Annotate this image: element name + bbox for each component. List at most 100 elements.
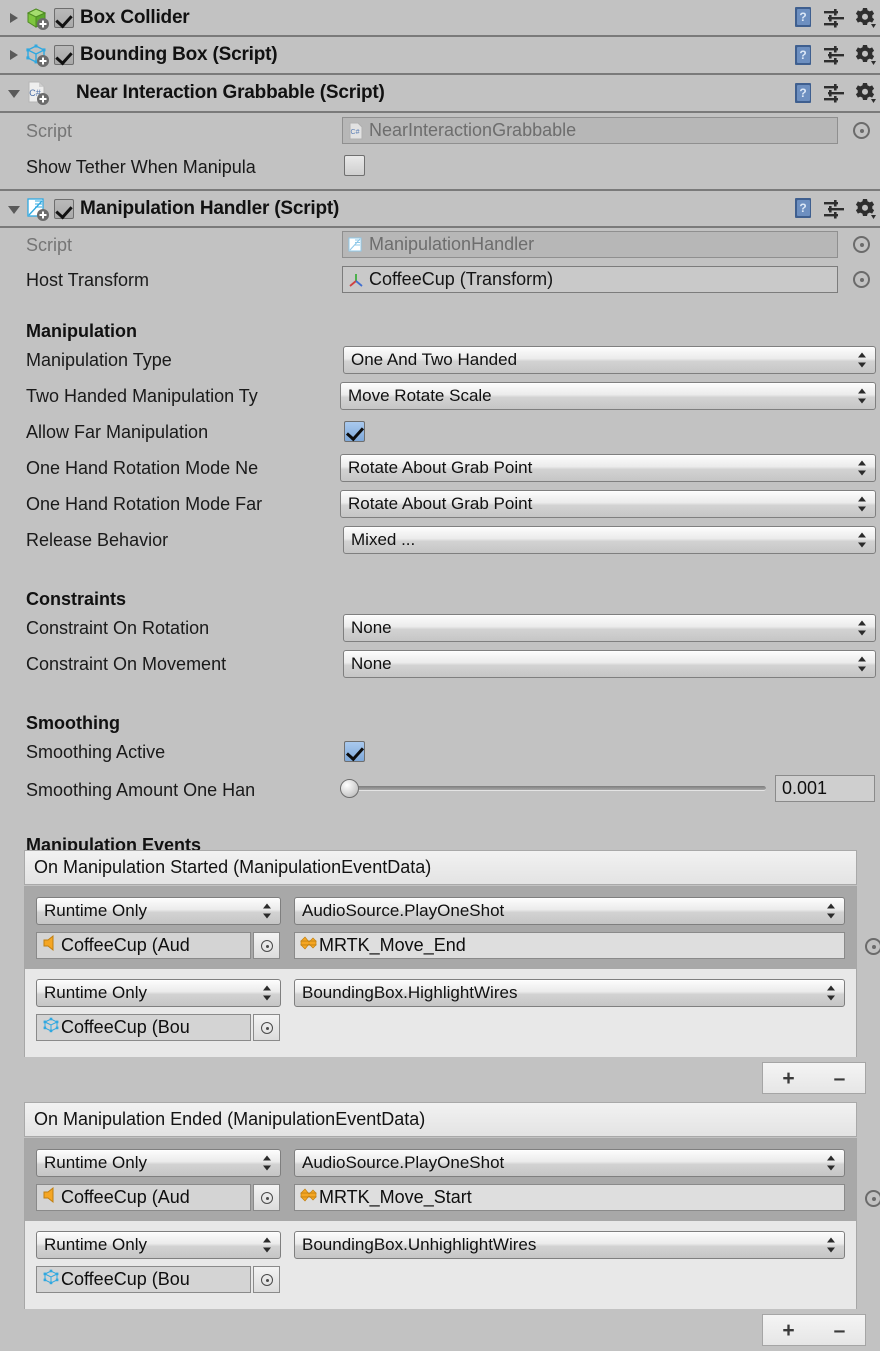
chevron-updown-icon [858,497,867,512]
allow-far-manipulation-checkbox[interactable] [344,421,365,442]
event-target-picker-icon[interactable] [253,1014,280,1041]
enable-checkbox-box-collider[interactable] [54,8,74,28]
event-target-object-field[interactable]: CoffeeCup (Bou [36,1266,251,1293]
section-title: Constraints [0,589,126,610]
smoothing-active-checkbox[interactable] [344,741,365,762]
gear-dropdown-icon[interactable] [854,82,876,104]
gear-dropdown-icon[interactable] [854,44,876,66]
event-argument-object-field[interactable]: MRTK_Move_End [294,932,845,959]
script-picker-icon[interactable] [853,122,870,139]
event-target-value: CoffeeCup (Aud [61,935,190,956]
event-entry[interactable]: Runtime Only BoundingBox.UnhighlightWire… [25,1221,856,1309]
property-row-allow-far-manipulation: Allow Far Manipulation [0,414,880,450]
section-header-manipulation: Manipulation [0,298,880,342]
svg-text:?: ? [799,201,806,215]
event-method-dropdown[interactable]: AudioSource.PlayOneShot [294,1149,845,1177]
event-entry[interactable]: Runtime Only AudioSource.PlayOneShot Cof… [25,887,856,969]
help-book-icon[interactable]: ? [793,197,814,220]
foldout-arrow-manipulation-handler[interactable] [6,201,22,217]
event-method-dropdown[interactable]: AudioSource.PlayOneShot [294,897,845,925]
event-target-object-field[interactable]: CoffeeCup (Aud [36,1184,251,1211]
two-handed-manipulation-type-dropdown[interactable]: Move Rotate Scale [340,382,876,410]
remove-event-button[interactable]: – [818,1068,862,1089]
svg-text:?: ? [799,86,806,100]
property-row-host-transform: Host Transform CoffeeCup (Transform) [0,262,880,298]
preset-sliders-icon[interactable] [823,199,845,219]
event-header-on-manipulation-ended: On Manipulation Ended (ManipulationEvent… [24,1102,857,1137]
event-method-dropdown[interactable]: BoundingBox.HighlightWires [294,979,845,1007]
event-callstate-dropdown[interactable]: Runtime Only [36,1149,281,1177]
event-header-label: On Manipulation Ended (ManipulationEvent… [34,1109,425,1130]
enable-checkbox-bounding-box[interactable] [54,45,74,65]
event-entry[interactable]: Runtime Only BoundingBox.HighlightWires … [25,969,856,1057]
event-method-dropdown[interactable]: BoundingBox.UnhighlightWires [294,1231,845,1259]
event-callstate-dropdown[interactable]: Runtime Only [36,897,281,925]
dropdown-value: BoundingBox.UnhighlightWires [302,1235,536,1255]
event-target-picker-icon[interactable] [253,932,280,959]
audio-source-icon [41,934,61,957]
component-header-near-interaction-grabbable[interactable]: C# Near Interaction Grabbable (Script) ? [0,75,880,113]
constraint-on-rotation-dropdown[interactable]: None [343,614,876,642]
remove-event-button[interactable]: – [818,1320,862,1341]
component-title: Manipulation Handler (Script) [80,198,339,220]
smoothing-amount-slider-track[interactable] [348,786,766,791]
event-target-value: CoffeeCup (Bou [61,1017,190,1038]
header-icon-group: ? [793,37,876,73]
property-row-one-hand-rotation-mode-near: One Hand Rotation Mode Ne Rotate About G… [0,450,880,486]
foldout-arrow-near-interaction-grabbable[interactable] [6,85,22,101]
help-book-icon[interactable]: ? [793,44,814,67]
manipulation-type-dropdown[interactable]: One And Two Handed [343,346,876,374]
release-behavior-dropdown[interactable]: Mixed ... [343,526,876,554]
component-header-box-collider[interactable]: Box Collider ? [0,0,880,37]
dropdown-value: Runtime Only [44,1235,147,1255]
component-header-bounding-box[interactable]: Bounding Box (Script) ? [0,37,880,75]
add-event-button[interactable]: + [767,1068,811,1089]
chevron-updown-icon [858,621,867,636]
constraint-on-movement-dropdown[interactable]: None [343,650,876,678]
event-target-object-field[interactable]: CoffeeCup (Bou [36,1014,251,1041]
gear-dropdown-icon[interactable] [854,7,876,29]
script-picker-icon[interactable] [853,236,870,253]
field-label: Smoothing Active [0,742,165,763]
component-title: Near Interaction Grabbable (Script) [76,82,385,104]
event-target-picker-icon[interactable] [253,1266,280,1293]
event-callstate-dropdown[interactable]: Runtime Only [36,979,281,1007]
host-transform-object-field[interactable]: CoffeeCup (Transform) [342,266,838,293]
one-hand-rotation-mode-far-dropdown[interactable]: Rotate About Grab Point [340,490,876,518]
event-header-on-manipulation-started: On Manipulation Started (ManipulationEve… [24,850,857,885]
svg-text:C#: C# [351,129,360,136]
preset-sliders-icon[interactable] [823,8,845,28]
foldout-arrow-bounding-box[interactable] [6,47,22,63]
chevron-updown-icon [827,904,836,919]
help-book-icon[interactable]: ? [793,6,814,29]
header-icon-group: ? [793,75,876,111]
smoothing-amount-value-field[interactable]: 0.001 [775,775,875,802]
field-label: Allow Far Manipulation [0,422,208,443]
enable-checkbox-manipulation-handler[interactable] [54,199,74,219]
event-target-object-field[interactable]: CoffeeCup (Aud [36,932,251,959]
smoothing-amount-slider-handle[interactable] [340,779,359,798]
svg-text:?: ? [799,48,806,62]
host-transform-value: CoffeeCup (Transform) [369,269,553,290]
property-row-two-handed-manipulation-type: Two Handed Manipulation Ty Move Rotate S… [0,378,880,414]
gear-dropdown-icon[interactable] [854,198,876,220]
field-label: Host Transform [0,270,149,291]
event-argument-object-field[interactable]: MRTK_Move_Start [294,1184,845,1211]
event-callstate-dropdown[interactable]: Runtime Only [36,1231,281,1259]
foldout-arrow-box-collider[interactable] [6,10,22,26]
help-book-icon[interactable]: ? [793,82,814,105]
header-icon-group: ? [793,0,876,35]
show-tether-checkbox[interactable] [344,155,365,176]
add-event-button[interactable]: + [767,1320,811,1341]
host-transform-picker-icon[interactable] [853,271,870,288]
preset-sliders-icon[interactable] [823,83,845,103]
event-entry[interactable]: Runtime Only AudioSource.PlayOneShot Cof… [25,1139,856,1221]
event-argument-picker-icon[interactable] [865,938,880,955]
one-hand-rotation-mode-near-dropdown[interactable]: Rotate About Grab Point [340,454,876,482]
event-target-picker-icon[interactable] [253,1184,280,1211]
chevron-updown-icon [858,461,867,476]
chevron-updown-icon [263,904,272,919]
component-header-manipulation-handler[interactable]: Manipulation Handler (Script) ? [0,189,880,228]
preset-sliders-icon[interactable] [823,45,845,65]
event-argument-picker-icon[interactable] [865,1190,880,1207]
